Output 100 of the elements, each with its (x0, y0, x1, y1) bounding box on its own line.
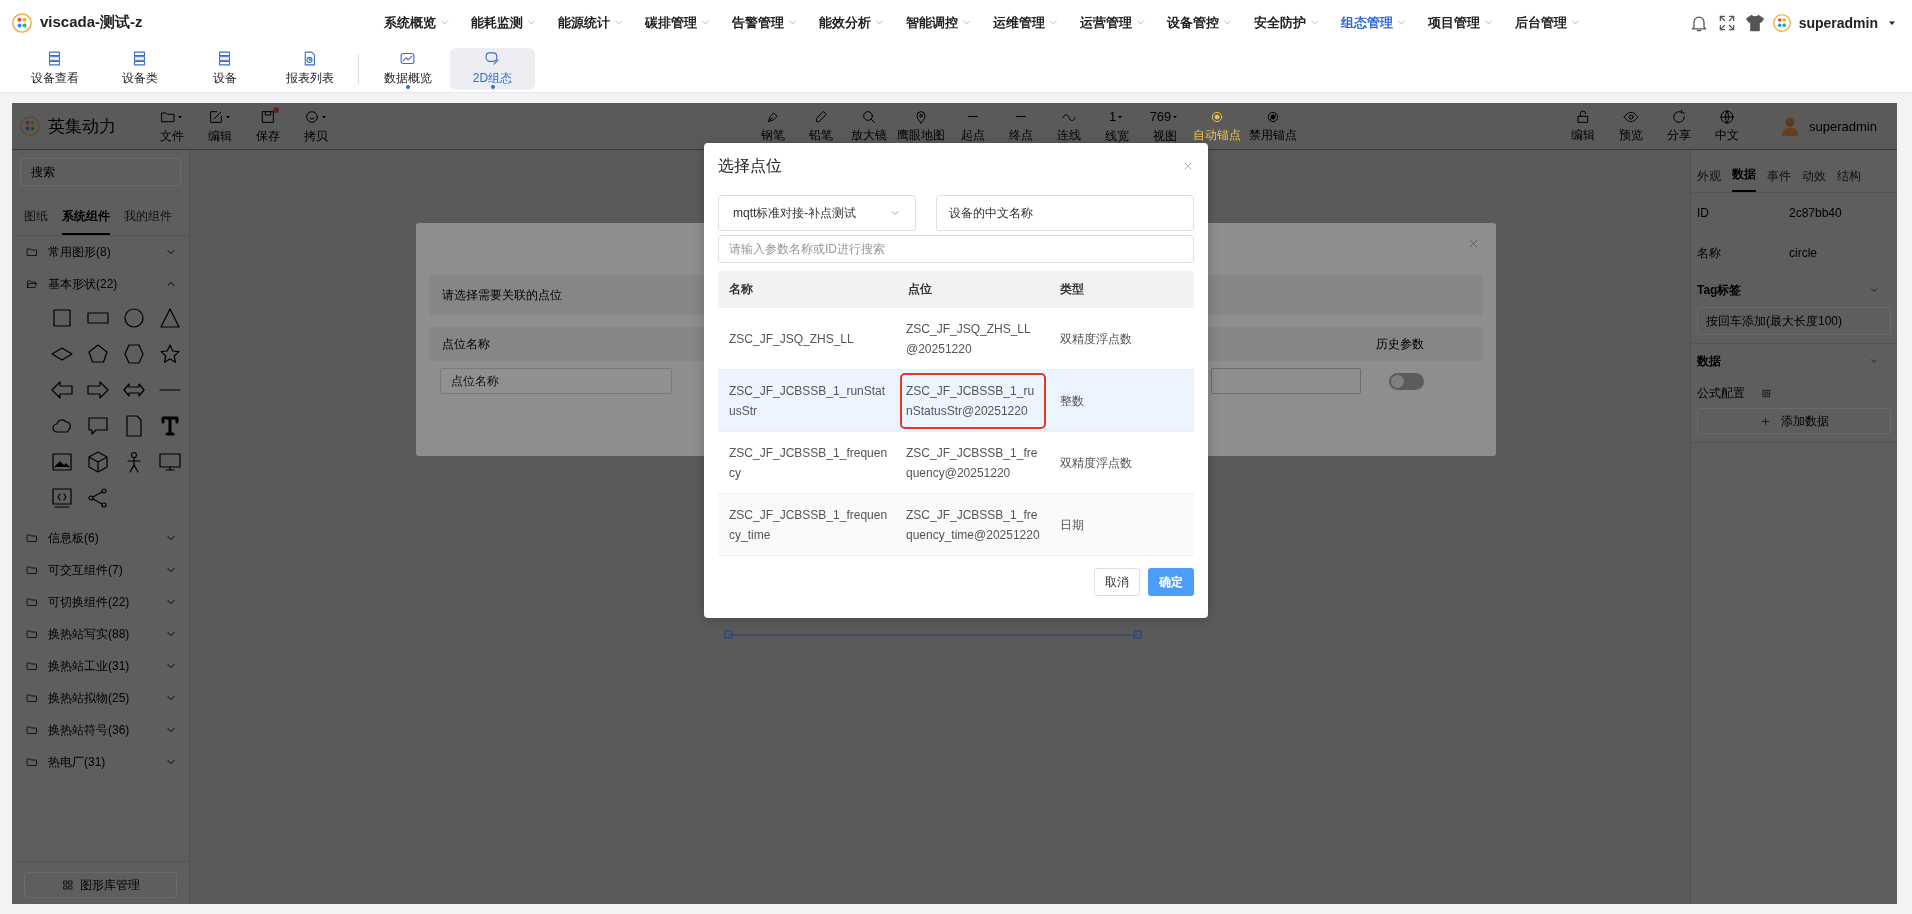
category-title[interactable]: 换热站符号(36) (48, 721, 130, 739)
category-title[interactable]: 常用图形(8) (48, 243, 111, 261)
cube-shape-icon[interactable] (86, 450, 110, 474)
main-menu-item[interactable]: 后台管理 (1515, 13, 1602, 32)
code-window-shape-icon[interactable] (50, 486, 74, 510)
main-menu-item[interactable]: 告警管理 (732, 13, 819, 32)
chevron-down-icon[interactable] (1869, 285, 1879, 295)
close-icon[interactable] (1182, 160, 1194, 172)
chevron-down-icon[interactable] (165, 248, 177, 256)
panel-tab[interactable]: 数据 (1732, 166, 1756, 192)
tool-button[interactable]: 鹰眼地图 (892, 108, 949, 144)
panel-tab[interactable]: 动效 (1802, 168, 1826, 192)
main-menu-item[interactable]: 项目管理 (1428, 13, 1515, 32)
tool-button[interactable]: 放大镜 (844, 108, 893, 144)
file-menu-button[interactable]: 拷贝 (292, 107, 340, 145)
category-title[interactable]: 信息板(6) (48, 529, 99, 547)
tool-button[interactable]: 终点 (996, 108, 1045, 144)
confirm-button[interactable]: 确定 (1148, 568, 1194, 596)
main-menu-item[interactable]: 碳排管理 (645, 13, 732, 32)
editor-action-button[interactable]: 中文 (1703, 108, 1751, 144)
chevron-down-icon[interactable] (165, 598, 177, 606)
point-name-input[interactable]: 点位名称 (440, 368, 672, 394)
category-title[interactable]: 换热站工业(31) (48, 657, 130, 675)
category-title[interactable]: 可交互组件(7) (48, 561, 123, 579)
star-shape-icon[interactable] (158, 342, 182, 366)
input-field[interactable] (1211, 368, 1361, 394)
table-row[interactable]: ZSC_JF_JCBSSB_1_frequency_time ZSC_JF_JCBSSB_1_frequency_time@20251220 日期 (718, 494, 1194, 556)
main-menu-item[interactable]: 运维管理 (993, 13, 1080, 32)
device-name-field[interactable]: 设备的中文名称 (936, 195, 1194, 231)
circle-shape-icon[interactable] (122, 306, 146, 330)
panel-tab[interactable]: 外观 (1697, 168, 1721, 192)
editor-action-button[interactable]: 编辑 (1559, 108, 1607, 144)
tool-dropdown[interactable]: 769 视图 (1140, 107, 1189, 145)
category-title[interactable]: 基本形状(22) (48, 275, 118, 293)
quick-tool-button[interactable]: 设备 (182, 47, 267, 90)
main-menu-item[interactable]: 设备管控 (1167, 13, 1254, 32)
category-title[interactable]: 换热站写实(88) (48, 625, 130, 643)
tool-button[interactable]: 禁用锚点 (1244, 108, 1301, 144)
main-menu-item[interactable]: 能耗监测 (471, 13, 558, 32)
user-name[interactable]: superadmin (1798, 14, 1878, 31)
tool-dropdown[interactable]: 1 线宽 (1092, 107, 1141, 145)
triangle-shape-icon[interactable] (158, 306, 182, 330)
main-menu-item[interactable]: 系统概览 (384, 13, 471, 32)
category-title[interactable]: 可切换组件(22) (48, 593, 130, 611)
tool-button[interactable]: 自动锚点 (1188, 108, 1245, 144)
share-nodes-shape-icon[interactable] (86, 486, 110, 510)
main-menu-item[interactable]: 智能调控 (906, 13, 993, 32)
panel-tab[interactable]: 系统组件 (62, 200, 110, 235)
table-row[interactable]: ZSC_JF_JCBSSB_1_runStatusStr ZSC_JF_JCBSSB_1_runStatusStr@20251220 整数 (718, 370, 1194, 432)
editor-action-button[interactable]: 分享 (1655, 108, 1703, 144)
quick-tool-button[interactable]: 设备查看 (12, 47, 97, 90)
chevron-down-icon[interactable] (165, 534, 177, 542)
square-shape-icon[interactable] (50, 306, 74, 330)
chevron-down-icon[interactable] (165, 694, 177, 702)
main-menu-item[interactable]: 运营管理 (1080, 13, 1167, 32)
file-menu-button[interactable]: 编辑 (196, 107, 244, 145)
editor-action-button[interactable]: 预览 (1607, 108, 1655, 144)
chevron-down-icon[interactable] (165, 662, 177, 670)
tool-button[interactable]: 连线 (1044, 108, 1093, 144)
tool-button[interactable]: 铅笔 (796, 108, 845, 144)
chevron-down-icon[interactable] (165, 630, 177, 638)
shirt-icon[interactable] (1744, 12, 1765, 33)
chevron-down-icon[interactable] (165, 726, 177, 734)
tool-button[interactable]: 钢笔 (748, 108, 797, 144)
main-menu-item[interactable]: 能效分析 (819, 13, 906, 32)
chevron-down-icon[interactable] (165, 758, 177, 766)
main-menu-item[interactable]: 安全防护 (1254, 13, 1341, 32)
file-menu-button[interactable]: 文件 (148, 107, 196, 145)
editor-user-name[interactable]: superadmin (1809, 118, 1877, 134)
quick-tool-button[interactable]: 报表列表 (267, 47, 352, 90)
monitor-shape-icon[interactable] (158, 450, 182, 474)
panel-tab[interactable]: 事件 (1767, 168, 1791, 192)
pentagon-shape-icon[interactable] (86, 342, 110, 366)
hexagon-shape-icon[interactable] (122, 342, 146, 366)
formula-icon[interactable] (1761, 387, 1772, 399)
tag-input[interactable]: 按回车添加(最大长度100) (1697, 307, 1891, 335)
history-toggle[interactable] (1389, 372, 1424, 390)
tool-button[interactable]: 起点 (948, 108, 997, 144)
main-menu-item[interactable]: 能源统计 (558, 13, 645, 32)
chevron-up-icon[interactable] (165, 280, 177, 288)
library-manage-button[interactable]: 图形库管理 (24, 872, 177, 898)
category-title[interactable]: 热电厂(31) (48, 753, 106, 771)
quick-tool-button[interactable]: 设备类 (97, 47, 182, 90)
cancel-button[interactable]: 取消 (1094, 568, 1140, 596)
image-shape-icon[interactable] (50, 450, 74, 474)
search-field[interactable]: 搜索 (20, 158, 181, 186)
chevron-down-icon[interactable] (1869, 356, 1879, 366)
category-title[interactable]: 换热站拟物(25) (48, 689, 130, 707)
close-icon[interactable] (1467, 237, 1480, 250)
panel-tab[interactable]: 我的组件 (124, 200, 172, 235)
page-tab[interactable]: 2D组态 (450, 47, 535, 90)
panel-tab[interactable]: 结构 (1837, 168, 1861, 192)
page-tab[interactable]: 数据概览 (365, 47, 450, 90)
device-select[interactable]: mqtt标准对接-补点测试 (718, 195, 916, 231)
chevron-down-icon[interactable] (165, 566, 177, 574)
add-data-button[interactable]: 添加数据 (1697, 408, 1891, 434)
column-header: 点位 (907, 280, 933, 298)
main-menu-item[interactable]: 组态管理 (1341, 13, 1428, 32)
panel-tab[interactable]: 图纸 (24, 200, 48, 235)
file-menu-button[interactable]: 保存 (244, 107, 292, 145)
